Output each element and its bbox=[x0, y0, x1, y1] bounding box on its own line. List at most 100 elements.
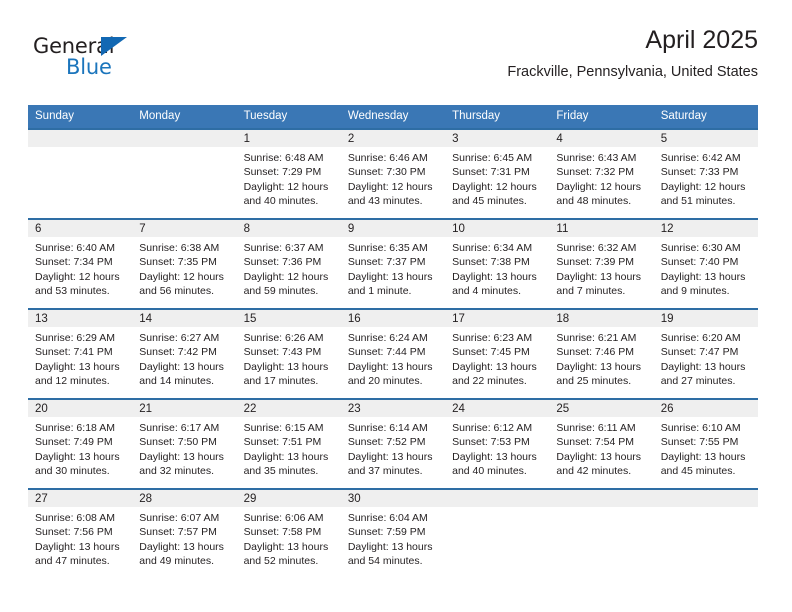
calendar-day-cell[interactable]: 15 Sunrise: 6:26 AM Sunset: 7:43 PM Dayligh… bbox=[236, 308, 341, 399]
calendar-day-cell[interactable]: 8 Sunrise: 6:37 AM Sunset: 7:36 PM Daylight… bbox=[236, 218, 341, 309]
sunset-time: Sunset: 7:55 PM bbox=[660, 436, 739, 449]
day-number: 23 bbox=[340, 400, 446, 417]
calendar-day-cell[interactable]: 29 Sunrise: 6:06 AM Sunset: 7:58 PM Dayligh… bbox=[236, 488, 341, 579]
day-number: 17 bbox=[445, 310, 550, 327]
calendar-day-cell[interactable]: 23 Sunrise: 6:14 AM Sunset: 7:52 PM Dayligh… bbox=[340, 398, 446, 489]
day-details: Sunrise: 6:21 AM Sunset: 7:46 PM Daylight:… bbox=[549, 327, 653, 389]
sunset-time: Sunset: 7:53 PM bbox=[452, 436, 530, 449]
day-details: Sunrise: 6:26 AM Sunset: 7:43 PM Daylight:… bbox=[237, 327, 341, 389]
sunrise-time: Sunrise: 6:14 AM bbox=[347, 422, 428, 434]
logo-triangle-icon bbox=[101, 37, 127, 56]
day-details: Sunrise: 6:37 AM Sunset: 7:36 PM Daylight:… bbox=[237, 237, 341, 299]
calendar-day-cell[interactable]: 21 Sunrise: 6:17 AM Sunset: 7:50 PM Dayligh… bbox=[132, 398, 237, 489]
sunrise-time: Sunrise: 6:06 AM bbox=[243, 512, 324, 524]
calendar-day-cell[interactable]: 13 Sunrise: 6:29 AM Sunset: 7:41 PM Dayligh… bbox=[28, 308, 133, 399]
calendar-day-cell[interactable]: 17 Sunrise: 6:23 AM Sunset: 7:45 PM Dayligh… bbox=[445, 308, 550, 399]
calendar-empty-cell bbox=[28, 128, 133, 219]
weekday-header-tuesday: Tuesday bbox=[236, 105, 341, 129]
calendar-day-cell[interactable]: 3 Sunrise: 6:45 AM Sunset: 7:31 PM Daylight… bbox=[445, 128, 550, 219]
daylight-duration: Daylight: 12 hours and 59 minutes. bbox=[243, 270, 329, 298]
sunset-time: Sunset: 7:51 PM bbox=[243, 436, 322, 449]
weekday-header-sunday: Sunday bbox=[28, 105, 133, 129]
sunrise-time: Sunrise: 6:24 AM bbox=[347, 332, 428, 344]
calendar-day-cell[interactable]: 10 Sunrise: 6:34 AM Sunset: 7:38 PM Dayligh… bbox=[445, 218, 550, 309]
day-details: Sunrise: 6:07 AM Sunset: 7:57 PM Daylight:… bbox=[132, 507, 236, 569]
sunrise-time: Sunrise: 6:10 AM bbox=[660, 422, 741, 434]
calendar-day-cell[interactable]: 28 Sunrise: 6:07 AM Sunset: 7:57 PM Dayligh… bbox=[132, 488, 237, 579]
sunset-time: Sunset: 7:33 PM bbox=[660, 166, 739, 179]
day-details: Sunrise: 6:23 AM Sunset: 7:45 PM Daylight:… bbox=[445, 327, 549, 389]
calendar-day-cell[interactable]: 14 Sunrise: 6:27 AM Sunset: 7:42 PM Dayligh… bbox=[132, 308, 237, 399]
daylight-duration: Daylight: 13 hours and 54 minutes. bbox=[347, 540, 433, 568]
day-number: 15 bbox=[236, 310, 341, 327]
calendar-day-cell[interactable]: 22 Sunrise: 6:15 AM Sunset: 7:51 PM Dayligh… bbox=[236, 398, 341, 489]
daylight-duration: Daylight: 12 hours and 53 minutes. bbox=[35, 270, 120, 298]
calendar-week-row: 13 Sunrise: 6:29 AM Sunset: 7:41 PM Dayligh… bbox=[28, 308, 758, 399]
day-number: 9 bbox=[340, 220, 446, 237]
calendar-day-cell[interactable]: 27 Sunrise: 6:08 AM Sunset: 7:56 PM Dayligh… bbox=[28, 488, 133, 579]
general-blue-logo[interactable]: General Blue bbox=[33, 34, 148, 82]
calendar-day-cell[interactable]: 25 Sunrise: 6:11 AM Sunset: 7:54 PM Dayligh… bbox=[549, 398, 654, 489]
sunset-time: Sunset: 7:47 PM bbox=[660, 346, 739, 359]
day-details: Sunrise: 6:20 AM Sunset: 7:47 PM Daylight:… bbox=[654, 327, 758, 389]
calendar-day-cell[interactable]: 19 Sunrise: 6:20 AM Sunset: 7:47 PM Dayligh… bbox=[653, 308, 758, 399]
weekday-header-monday: Monday bbox=[132, 105, 237, 129]
calendar-day-cell[interactable]: 4 Sunrise: 6:43 AM Sunset: 7:32 PM Daylight… bbox=[549, 128, 654, 219]
sunrise-time: Sunrise: 6:34 AM bbox=[452, 242, 533, 254]
sunrise-time: Sunrise: 6:29 AM bbox=[35, 332, 115, 344]
calendar-day-cell[interactable]: 7 Sunrise: 6:38 AM Sunset: 7:35 PM Daylight… bbox=[132, 218, 237, 309]
day-details: Sunrise: 6:10 AM Sunset: 7:55 PM Daylight:… bbox=[654, 417, 758, 479]
day-details: Sunrise: 6:17 AM Sunset: 7:50 PM Daylight:… bbox=[132, 417, 236, 479]
daylight-duration: Daylight: 13 hours and 40 minutes. bbox=[452, 450, 537, 478]
sunset-time: Sunset: 7:37 PM bbox=[347, 256, 426, 269]
page-subtitle: Frackville, Pennsylvania, United States bbox=[507, 64, 758, 80]
sunrise-time: Sunrise: 6:11 AM bbox=[556, 422, 636, 434]
sunrise-time: Sunrise: 6:42 AM bbox=[660, 152, 741, 164]
weekday-header-friday: Friday bbox=[549, 105, 654, 129]
daylight-duration: Daylight: 13 hours and 45 minutes. bbox=[660, 450, 746, 478]
day-number: 11 bbox=[549, 220, 654, 237]
sunset-time: Sunset: 7:44 PM bbox=[347, 346, 426, 359]
sunset-time: Sunset: 7:58 PM bbox=[243, 526, 322, 539]
sunrise-time: Sunrise: 6:17 AM bbox=[139, 422, 220, 434]
calendar-week-row: 6 Sunrise: 6:40 AM Sunset: 7:34 PM Daylight… bbox=[28, 218, 758, 309]
calendar-day-cell[interactable]: 20 Sunrise: 6:18 AM Sunset: 7:49 PM Dayligh… bbox=[28, 398, 133, 489]
sunrise-time: Sunrise: 6:46 AM bbox=[347, 152, 428, 164]
logo-text-blue: Blue bbox=[66, 55, 112, 79]
calendar-day-cell[interactable]: 5 Sunrise: 6:42 AM Sunset: 7:33 PM Daylight… bbox=[653, 128, 758, 219]
calendar-day-cell[interactable]: 2 Sunrise: 6:46 AM Sunset: 7:30 PM Daylight… bbox=[340, 128, 446, 219]
sunset-time: Sunset: 7:54 PM bbox=[556, 436, 635, 449]
calendar-day-cell[interactable]: 26 Sunrise: 6:10 AM Sunset: 7:55 PM Dayligh… bbox=[653, 398, 758, 489]
calendar-day-cell[interactable]: 18 Sunrise: 6:21 AM Sunset: 7:46 PM Dayligh… bbox=[549, 308, 654, 399]
calendar-day-cell[interactable]: 30 Sunrise: 6:04 AM Sunset: 7:59 PM Dayligh… bbox=[340, 488, 446, 579]
sunrise-time: Sunrise: 6:32 AM bbox=[556, 242, 637, 254]
sunset-time: Sunset: 7:38 PM bbox=[452, 256, 530, 269]
calendar-day-cell[interactable]: 1 Sunrise: 6:48 AM Sunset: 7:29 PM Daylight… bbox=[236, 128, 341, 219]
sunset-time: Sunset: 7:52 PM bbox=[347, 436, 426, 449]
day-details: Sunrise: 6:06 AM Sunset: 7:58 PM Daylight:… bbox=[237, 507, 341, 569]
calendar-day-cell[interactable]: 11 Sunrise: 6:32 AM Sunset: 7:39 PM Dayligh… bbox=[549, 218, 654, 309]
page-title: April 2025 bbox=[645, 26, 758, 54]
day-number: 13 bbox=[28, 310, 133, 327]
calendar-day-cell[interactable]: 9 Sunrise: 6:35 AM Sunset: 7:37 PM Daylight… bbox=[340, 218, 446, 309]
day-number: 8 bbox=[236, 220, 341, 237]
calendar-day-cell[interactable]: 6 Sunrise: 6:40 AM Sunset: 7:34 PM Daylight… bbox=[28, 218, 133, 309]
calendar-day-cell[interactable]: 16 Sunrise: 6:24 AM Sunset: 7:44 PM Dayligh… bbox=[340, 308, 446, 399]
sunset-time: Sunset: 7:45 PM bbox=[452, 346, 530, 359]
calendar-empty-cell bbox=[132, 128, 237, 219]
calendar-day-cell[interactable]: 12 Sunrise: 6:30 AM Sunset: 7:40 PM Dayligh… bbox=[653, 218, 758, 309]
daylight-duration: Daylight: 13 hours and 9 minutes. bbox=[660, 270, 746, 298]
daylight-duration: Daylight: 13 hours and 37 minutes. bbox=[347, 450, 433, 478]
calendar-empty-cell bbox=[445, 488, 550, 579]
day-details: Sunrise: 6:24 AM Sunset: 7:44 PM Daylight:… bbox=[341, 327, 445, 389]
day-details: Sunrise: 6:32 AM Sunset: 7:39 PM Daylight:… bbox=[549, 237, 653, 299]
daylight-duration: Daylight: 13 hours and 7 minutes. bbox=[556, 270, 642, 298]
day-number: 22 bbox=[236, 400, 341, 417]
day-number bbox=[445, 490, 550, 507]
daylight-duration: Daylight: 13 hours and 4 minutes. bbox=[452, 270, 537, 298]
sunrise-time: Sunrise: 6:35 AM bbox=[347, 242, 428, 254]
calendar-day-cell[interactable]: 24 Sunrise: 6:12 AM Sunset: 7:53 PM Dayligh… bbox=[445, 398, 550, 489]
sunrise-time: Sunrise: 6:43 AM bbox=[556, 152, 637, 164]
sunrise-time: Sunrise: 6:18 AM bbox=[35, 422, 115, 434]
day-number: 16 bbox=[340, 310, 446, 327]
